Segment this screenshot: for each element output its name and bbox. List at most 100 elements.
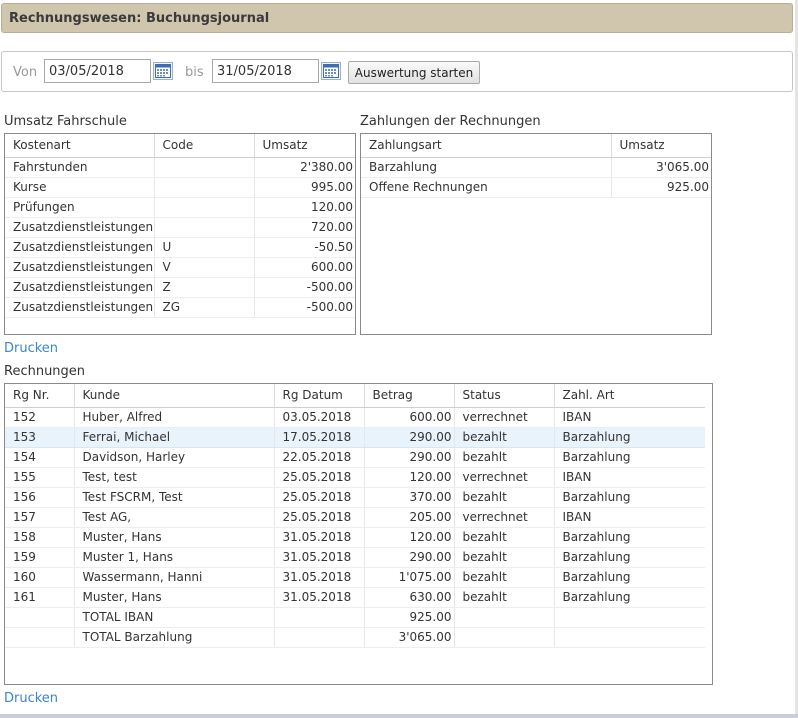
- window-bottom-edge: [0, 714, 798, 718]
- rechnungen-cell: 925.00: [364, 607, 455, 628]
- umsatz-row[interactable]: Zusatzdienstleistungen V 600.00: [5, 257, 355, 278]
- zahlungen-column-header[interactable]: Umsatz: [611, 134, 711, 158]
- rechnungen-column-header[interactable]: Betrag: [364, 384, 455, 408]
- umsatz-column-header[interactable]: Umsatz: [254, 134, 355, 158]
- rechnungen-row[interactable]: 154 Davidson, Harley 22.05.2018 290.00 bezah…: [5, 447, 705, 468]
- from-date-input[interactable]: [44, 59, 151, 83]
- rechnungen-row[interactable]: 152 Huber, Alfred 03.05.2018 600.00 verrechn…: [5, 407, 705, 428]
- umsatz-cell: -500.00: [254, 297, 355, 318]
- rechnungen-row[interactable]: 156 Test FSCRM, Test 25.05.2018 370.00 bezah…: [5, 487, 705, 508]
- rechnungen-cell: Muster 1, Hans: [74, 547, 275, 568]
- print-link-invoices[interactable]: Drucken: [4, 691, 58, 706]
- umsatz-cell: 600.00: [254, 257, 355, 278]
- rechnungen-row[interactable]: 153 Ferrai, Michael 17.05.2018 290.00 bezahl…: [5, 427, 705, 448]
- rechnungen-cell: 290.00: [364, 447, 455, 468]
- umsatz-cell: Prüfungen: [5, 197, 155, 218]
- zahlungen-table: Zahlungsart Umsatz Barzahlung 3'065.00 Offe…: [361, 134, 711, 198]
- umsatz-row[interactable]: Zusatzdienstleistungen 720.00: [5, 217, 355, 238]
- umsatz-row[interactable]: Zusatzdienstleistungen Z -500.00: [5, 277, 355, 298]
- rechnungen-cell: IBAN: [554, 507, 705, 528]
- rechnungen-cell: Muster, Hans: [74, 587, 275, 608]
- zahlungen-row[interactable]: Barzahlung 3'065.00: [361, 157, 711, 178]
- rechnungen-cell: Barzahlung: [554, 527, 705, 548]
- rechnungen-cell: 31.05.2018: [274, 587, 365, 608]
- rechnungen-cell: 600.00: [364, 407, 455, 428]
- rechnungen-cell: 120.00: [364, 527, 455, 548]
- umsatz-row[interactable]: Kurse 995.00: [5, 177, 355, 198]
- umsatz-cell: 995.00: [254, 177, 355, 198]
- rechnungen-cell: verrechnet: [454, 467, 555, 488]
- print-link-summary[interactable]: Drucken: [4, 341, 58, 356]
- zahlungen-table-box: Zahlungsart Umsatz Barzahlung 3'065.00 Offe…: [360, 133, 712, 335]
- rechnungen-column-header[interactable]: Kunde: [74, 384, 275, 408]
- rechnungen-column-header[interactable]: Zahl. Art: [554, 384, 705, 408]
- rechnungen-table-box: Rg Nr. Kunde Rg Datum Betrag Status Zahl. Art…: [4, 383, 713, 685]
- start-evaluation-button[interactable]: Auswertung starten: [348, 61, 480, 84]
- rechnungen-cell: 31.05.2018: [274, 567, 365, 588]
- umsatz-column-header[interactable]: Code: [154, 134, 255, 158]
- umsatz-cell: Zusatzdienstleistungen: [5, 237, 155, 258]
- rechnungen-cell: 25.05.2018: [274, 487, 365, 508]
- rechnungen-cell: 25.05.2018: [274, 467, 365, 488]
- umsatz-column-header[interactable]: Kostenart: [5, 134, 155, 158]
- umsatz-row[interactable]: Zusatzdienstleistungen U -50.50: [5, 237, 355, 258]
- from-calendar-icon[interactable]: [153, 62, 173, 80]
- rechnungen-cell: [454, 627, 555, 648]
- rechnungen-column-header[interactable]: Rg Datum: [274, 384, 365, 408]
- rechnungen-cell: Muster, Hans: [74, 527, 275, 548]
- umsatz-cell: Kurse: [5, 177, 155, 198]
- rechnungen-row[interactable]: 159 Muster 1, Hans 31.05.2018 290.00 bezahlt…: [5, 547, 705, 568]
- rechnungen-column-header[interactable]: Status: [454, 384, 555, 408]
- umsatz-cell: [154, 217, 255, 238]
- rechnungen-row[interactable]: 158 Muster, Hans 31.05.2018 120.00 bezahlt Ba…: [5, 527, 705, 548]
- zahlungen-section-title: Zahlungen der Rechnungen: [360, 114, 541, 129]
- rechnungen-cell: bezahlt: [454, 547, 555, 568]
- rechnungen-cell: 370.00: [364, 487, 455, 508]
- rechnungen-row[interactable]: 157 Test AG, 25.05.2018 205.00 verrechnet IBA…: [5, 507, 705, 528]
- rechnungen-cell: [274, 627, 365, 648]
- to-date-input[interactable]: [212, 59, 319, 83]
- umsatz-table-box: Kostenart Code Umsatz Fahrstunden 2'380.00 K…: [4, 133, 356, 335]
- rechnungen-cell: 290.00: [364, 427, 455, 448]
- umsatz-row[interactable]: Prüfungen 120.00: [5, 197, 355, 218]
- rechnungen-cell: Ferrai, Michael: [74, 427, 275, 448]
- rechnungen-cell: TOTAL Barzahlung: [74, 627, 275, 648]
- rechnungen-cell: 03.05.2018: [274, 407, 365, 428]
- umsatz-row[interactable]: Fahrstunden 2'380.00: [5, 157, 355, 178]
- umsatz-cell: Z: [154, 277, 255, 298]
- rechnungen-cell: 630.00: [364, 587, 455, 608]
- rechnungen-cell: Barzahlung: [554, 447, 705, 468]
- zahlungen-cell: Offene Rechnungen: [361, 177, 612, 198]
- rechnungen-cell: 17.05.2018: [274, 427, 365, 448]
- rechnungen-column-header[interactable]: Rg Nr.: [5, 384, 75, 408]
- umsatz-cell: -500.00: [254, 277, 355, 298]
- rechnungen-row[interactable]: TOTAL Barzahlung 3'065.00: [5, 627, 705, 648]
- to-calendar-icon[interactable]: [321, 62, 341, 80]
- rechnungen-cell: 161: [5, 587, 75, 608]
- to-label: bis: [185, 65, 204, 80]
- rechnungen-cell: 154: [5, 447, 75, 468]
- rechnungen-table: Rg Nr. Kunde Rg Datum Betrag Status Zahl. Art…: [5, 384, 705, 648]
- rechnungen-section-title: Rechnungen: [4, 364, 86, 379]
- rechnungen-row[interactable]: 160 Wassermann, Hanni 31.05.2018 1'075.00 be…: [5, 567, 705, 588]
- zahlungen-row[interactable]: Offene Rechnungen 925.00: [361, 177, 711, 198]
- rechnungen-cell: [274, 607, 365, 628]
- rechnungen-cell: bezahlt: [454, 527, 555, 548]
- rechnungen-cell: Barzahlung: [554, 547, 705, 568]
- rechnungen-cell: bezahlt: [454, 487, 555, 508]
- zahlungen-column-header[interactable]: Zahlungsart: [361, 134, 612, 158]
- rechnungen-row[interactable]: TOTAL IBAN 925.00: [5, 607, 705, 628]
- rechnungen-cell: Barzahlung: [554, 567, 705, 588]
- rechnungen-row[interactable]: 155 Test, test 25.05.2018 120.00 verrechnet I…: [5, 467, 705, 488]
- umsatz-row[interactable]: Zusatzdienstleistungen ZG -500.00: [5, 297, 355, 318]
- rechnungen-row[interactable]: 161 Muster, Hans 31.05.2018 630.00 bezahlt Ba…: [5, 587, 705, 608]
- rechnungen-cell: 152: [5, 407, 75, 428]
- rechnungen-cell: 31.05.2018: [274, 527, 365, 548]
- rechnungen-cell: bezahlt: [454, 567, 555, 588]
- rechnungen-cell: Wassermann, Hanni: [74, 567, 275, 588]
- rechnungen-cell: [554, 627, 705, 648]
- rechnungen-cell: Test FSCRM, Test: [74, 487, 275, 508]
- rechnungen-cell: Test AG,: [74, 507, 275, 528]
- rechnungen-cell: Davidson, Harley: [74, 447, 275, 468]
- filter-bar: Von bis Auswertung starten: [1, 51, 793, 92]
